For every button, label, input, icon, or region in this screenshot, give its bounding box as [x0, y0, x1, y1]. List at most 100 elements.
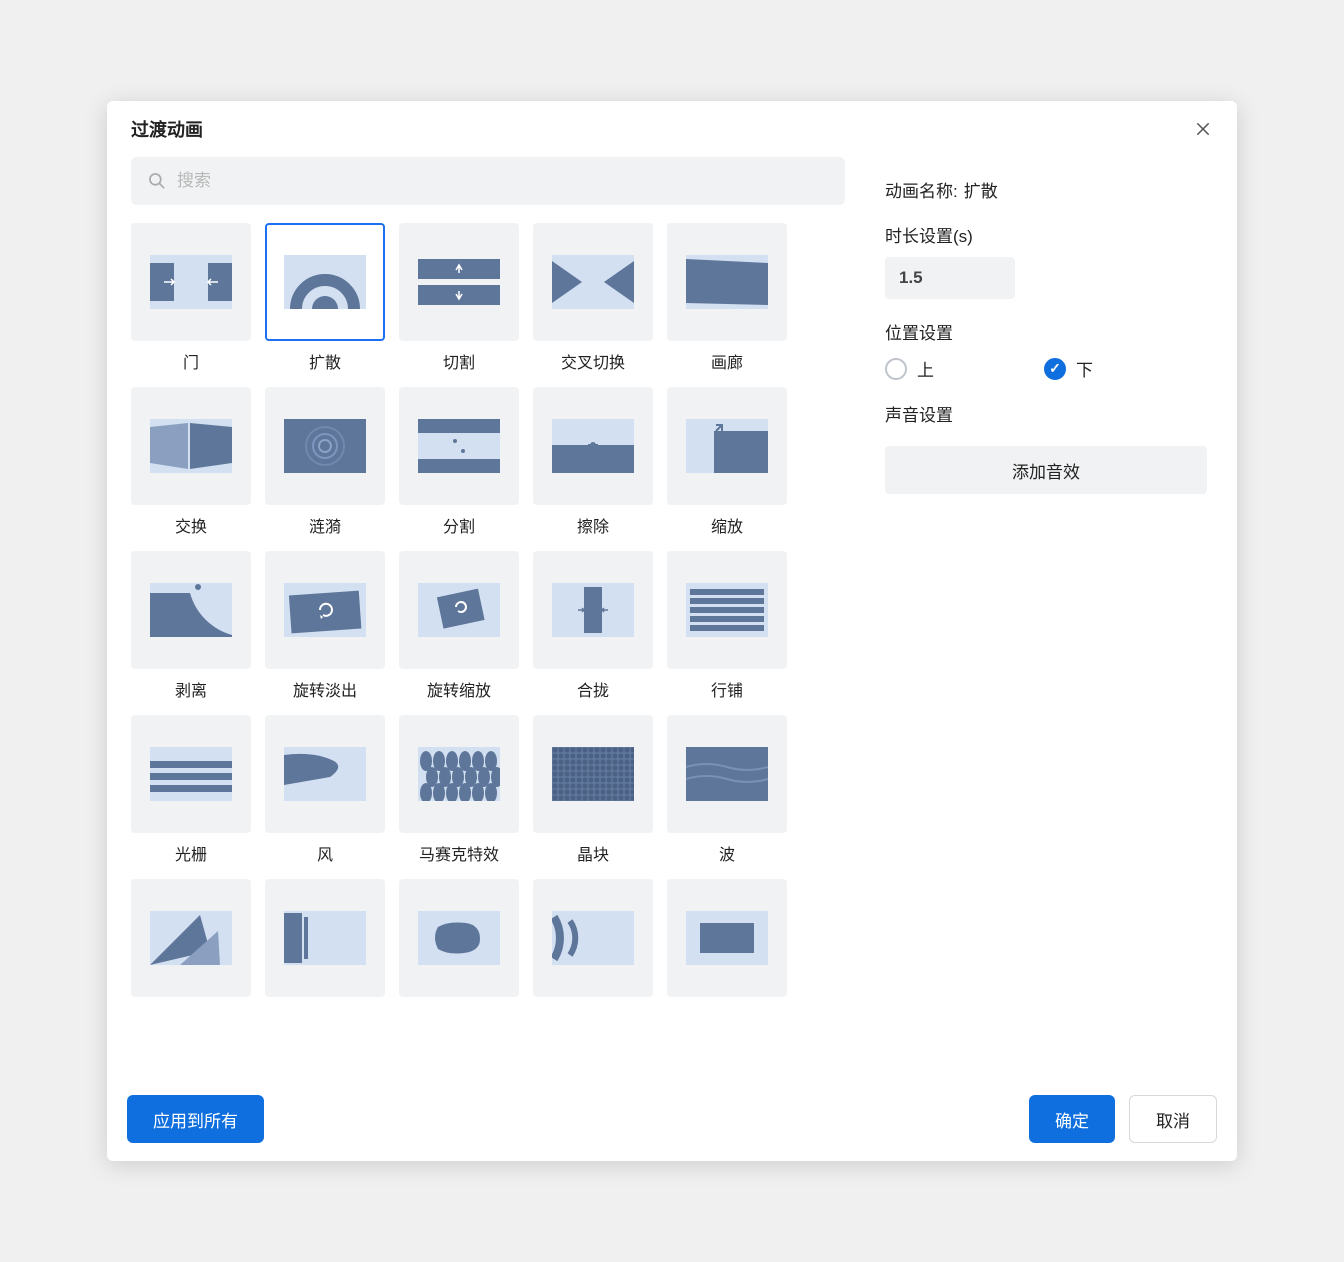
settings-pane: 动画名称: 扩散 时长设置(s) 位置设置 上 下 [857, 153, 1217, 1081]
transition-grid: 门 扩散 切割 交叉切换 画廊交换 涟漪 分割擦除 缩放剥离旋转淡出 旋转缩放 合拢 行铺光栅 风 马赛… [131, 223, 849, 1033]
transition-thumb [533, 223, 653, 341]
transition-thumb [533, 715, 653, 833]
transition-thumb [533, 387, 653, 505]
animation-name-row: 动画名称: 扩散 [885, 177, 1207, 202]
transition-label: 交换 [175, 513, 207, 535]
transition-thumb [131, 223, 251, 341]
transition-label: 晶块 [577, 841, 609, 863]
transition-tile-rect[interactable] [667, 879, 787, 1033]
transition-label: 风 [317, 841, 333, 863]
left-pane: 门 扩散 切割 交叉切换 画廊交换 涟漪 分割擦除 缩放剥离旋转淡出 旋转缩放 合拢 行铺光栅 风 马赛… [127, 153, 857, 1081]
position-label: 位置设置 [885, 319, 1207, 344]
transition-tile-zoom[interactable]: 缩放 [667, 387, 787, 541]
transition-thumb [265, 715, 385, 833]
footer-right: 确定 取消 [1029, 1095, 1217, 1143]
transition-thumb [399, 223, 519, 341]
transition-tile-cut[interactable]: 切割 [399, 223, 519, 377]
transition-grid-scroll[interactable]: 门 扩散 切割 交叉切换 画廊交换 涟漪 分割擦除 缩放剥离旋转淡出 旋转缩放 合拢 行铺光栅 风 马赛… [127, 219, 857, 1081]
apply-all-button[interactable]: 应用到所有 [127, 1095, 264, 1143]
transition-tile-rotatefade[interactable]: 旋转淡出 [265, 551, 385, 705]
transition-thumb [667, 223, 787, 341]
transition-thumb [399, 387, 519, 505]
transition-thumb [265, 223, 385, 341]
transition-tile-spread[interactable]: 扩散 [265, 223, 385, 377]
transition-thumb [399, 715, 519, 833]
transition-tile-blob[interactable] [399, 879, 519, 1033]
transition-thumb [265, 551, 385, 669]
transition-thumb [667, 879, 787, 997]
transition-tile-peel[interactable]: 剥离 [131, 551, 251, 705]
transition-tile-stripes[interactable]: 行铺 [667, 551, 787, 705]
transition-label: 擦除 [577, 513, 609, 535]
close-button[interactable] [1189, 115, 1217, 143]
transition-tile-arcs[interactable] [533, 879, 653, 1033]
radio-icon [1044, 358, 1066, 380]
transition-tile-merge[interactable]: 合拢 [533, 551, 653, 705]
transition-tile-split[interactable]: 分割 [399, 387, 519, 541]
transition-dialog: 过渡动画 门扩散切割交叉切换画廊交换涟漪分割擦除缩放剥离旋转淡出旋转缩放合拢行铺… [107, 101, 1237, 1161]
sound-label: 声音设置 [885, 401, 1207, 426]
transition-thumb [533, 551, 653, 669]
position-up-label: 上 [917, 356, 934, 381]
position-option-up[interactable]: 上 [885, 356, 934, 381]
close-icon [1194, 120, 1212, 138]
transition-label: 波 [719, 841, 735, 863]
transition-tile-cross[interactable]: 交叉切换 [533, 223, 653, 377]
ok-button[interactable]: 确定 [1029, 1095, 1115, 1143]
search-input[interactable] [177, 171, 829, 191]
sound-row: 声音设置 添加音效 [885, 401, 1207, 494]
duration-row: 时长设置(s) [885, 222, 1207, 299]
transition-tile-tri[interactable] [131, 879, 251, 1033]
transition-tile-wave[interactable]: 波 [667, 715, 787, 869]
transition-thumb [399, 879, 519, 997]
dialog-title: 过渡动画 [131, 116, 203, 142]
animation-name-label: 动画名称: [885, 177, 958, 202]
duration-label: 时长设置(s) [885, 222, 1207, 247]
transition-thumb [131, 715, 251, 833]
search-icon [147, 171, 167, 191]
transition-label: 涟漪 [309, 513, 341, 535]
transition-thumb [667, 387, 787, 505]
transition-thumb [399, 551, 519, 669]
transition-label: 交叉切换 [561, 349, 625, 371]
transition-tile-wipe[interactable]: 擦除 [533, 387, 653, 541]
transition-tile-ripple[interactable]: 涟漪 [265, 387, 385, 541]
transition-tile-swap[interactable]: 交换 [131, 387, 251, 541]
add-sound-button[interactable]: 添加音效 [885, 446, 1207, 494]
duration-input[interactable] [885, 257, 1015, 299]
transition-label: 旋转缩放 [427, 677, 491, 699]
transition-thumb [265, 387, 385, 505]
transition-label: 门 [183, 349, 199, 371]
transition-label: 旋转淡出 [293, 677, 357, 699]
transition-label: 光栅 [175, 841, 207, 863]
search-bar [131, 157, 845, 205]
transition-thumb [533, 879, 653, 997]
transition-label: 切割 [443, 349, 475, 371]
transition-thumb [667, 551, 787, 669]
transition-tile-door[interactable]: 门 [131, 223, 251, 377]
transition-label: 马赛克特效 [419, 841, 499, 863]
position-option-down[interactable]: 下 [1044, 356, 1093, 381]
transition-label: 合拢 [577, 677, 609, 699]
transition-tile-slide[interactable] [265, 879, 385, 1033]
dialog-footer: 应用到所有 确定 取消 [107, 1081, 1237, 1161]
transition-tile-raster[interactable]: 光栅 [131, 715, 251, 869]
dialog-header: 过渡动画 [107, 101, 1237, 153]
animation-name-value: 扩散 [964, 177, 998, 202]
transition-tile-rotatezoom[interactable]: 旋转缩放 [399, 551, 519, 705]
transition-tile-mosaic[interactable]: 马赛克特效 [399, 715, 519, 869]
cancel-button[interactable]: 取消 [1129, 1095, 1217, 1143]
transition-label: 缩放 [711, 513, 743, 535]
transition-thumb [131, 879, 251, 997]
transition-label: 扩散 [309, 349, 341, 371]
transition-tile-wind[interactable]: 风 [265, 715, 385, 869]
transition-thumb [131, 387, 251, 505]
transition-label: 行铺 [711, 677, 743, 699]
position-row: 位置设置 上 下 [885, 319, 1207, 381]
transition-tile-gallery[interactable]: 画廊 [667, 223, 787, 377]
transition-tile-crystal[interactable]: 晶块 [533, 715, 653, 869]
dialog-body: 门扩散切割交叉切换画廊交换涟漪分割擦除缩放剥离旋转淡出旋转缩放合拢行铺光栅风马赛… [107, 153, 1237, 1081]
transition-thumb [265, 879, 385, 997]
radio-icon [885, 358, 907, 380]
position-options: 上 下 [885, 356, 1207, 381]
